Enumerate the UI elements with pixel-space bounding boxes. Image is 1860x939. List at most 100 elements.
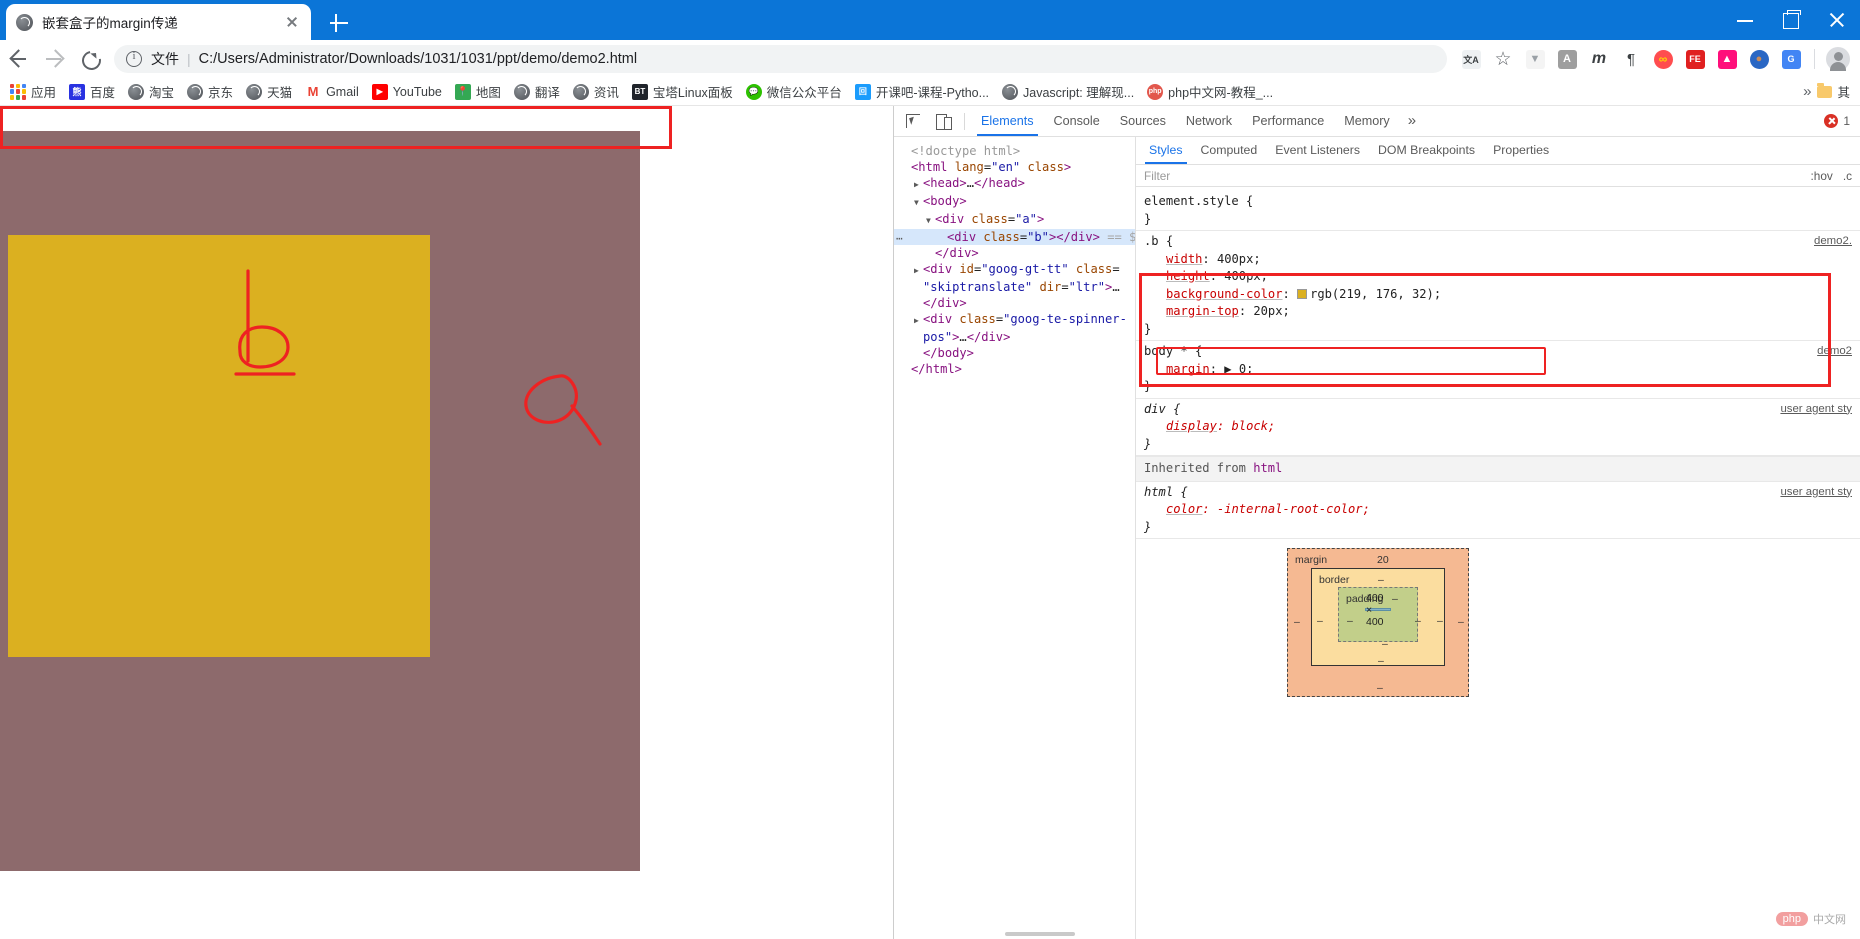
style-rule-div[interactable]: div {display: block;} user agent sty bbox=[1136, 399, 1860, 456]
devtools-tabs-more-button[interactable]: » bbox=[1400, 106, 1424, 136]
dom-node-line[interactable]: ▼ <div class="a"> bbox=[894, 211, 1135, 229]
box-model-border-left[interactable]: – bbox=[1317, 615, 1323, 627]
styles-filter-input[interactable]: Filter bbox=[1144, 169, 1801, 183]
bookmark-item-bt-panel[interactable]: BT 宝塔Linux面板 bbox=[631, 82, 733, 101]
style-declaration[interactable]: background-color: rgb(219, 176, 32); bbox=[1144, 286, 1860, 304]
style-rule-origin-link[interactable]: demo2 bbox=[1817, 343, 1852, 361]
bookmark-other-folder[interactable]: 其 bbox=[1817, 82, 1850, 101]
box-model-margin-right[interactable]: – bbox=[1458, 616, 1464, 628]
bookmarks-overflow-button[interactable]: » bbox=[1803, 83, 1811, 100]
style-rule-element-style[interactable]: element.style {} bbox=[1136, 191, 1860, 231]
style-rule-html-inherited[interactable]: html {color: -internal-root-color;} user … bbox=[1136, 482, 1860, 539]
tab-memory[interactable]: Memory bbox=[1334, 106, 1399, 136]
pink-arrow-icon[interactable]: ▲ bbox=[1712, 44, 1742, 74]
toggle-class-button[interactable]: .c bbox=[1843, 169, 1852, 183]
box-model-padding-right[interactable]: – bbox=[1415, 615, 1421, 627]
bookmark-item-javascript[interactable]: Javascript: 理解现... bbox=[1002, 82, 1134, 101]
box-model-padding-left[interactable]: – bbox=[1347, 615, 1353, 627]
dom-expand-triangle-icon[interactable]: ▶ bbox=[914, 263, 923, 279]
translate-icon[interactable]: 文A bbox=[1456, 44, 1486, 74]
box-model-border-right[interactable]: – bbox=[1437, 615, 1443, 627]
browser-tab[interactable]: 嵌套盒子的margin传递 bbox=[6, 4, 311, 40]
style-property-value[interactable]: 20px; bbox=[1253, 304, 1289, 318]
tab-event-listeners[interactable]: Event Listeners bbox=[1266, 137, 1369, 164]
site-info-icon[interactable] bbox=[126, 50, 142, 67]
style-property-value[interactable]: -internal-root-color; bbox=[1217, 502, 1370, 516]
tab-computed[interactable]: Computed bbox=[1192, 137, 1267, 164]
styles-rules-list[interactable]: element.style {} .b {width: 400px; height:… bbox=[1136, 187, 1860, 939]
style-property-name[interactable]: height bbox=[1166, 269, 1210, 283]
tab-performance[interactable]: Performance bbox=[1242, 106, 1334, 136]
adobe-acrobat-icon[interactable]: A bbox=[1552, 44, 1582, 74]
style-property-value[interactable]: rgb(219, 176, 32); bbox=[1310, 287, 1441, 301]
bookmark-item-translate[interactable]: 翻译 bbox=[513, 82, 560, 101]
style-property-name[interactable]: margin bbox=[1166, 362, 1210, 376]
dom-expand-triangle-icon[interactable]: ▶ bbox=[914, 313, 923, 329]
maximize-button[interactable] bbox=[1768, 0, 1814, 40]
tab-network[interactable]: Network bbox=[1176, 106, 1242, 136]
style-rule-origin-link[interactable]: user agent sty bbox=[1780, 484, 1852, 502]
style-declaration[interactable]: height: 400px; bbox=[1144, 268, 1860, 286]
bookmark-item-maps[interactable]: 📍 地图 bbox=[454, 82, 501, 101]
bookmark-item-taobao[interactable]: 淘宝 bbox=[128, 82, 174, 101]
bookmark-star-icon[interactable]: ☆ bbox=[1488, 44, 1518, 74]
dom-node-line[interactable]: <!doctype html> bbox=[894, 143, 1135, 159]
forward-button[interactable] bbox=[36, 41, 72, 77]
bookmark-item-baidu[interactable]: 熊 百度 bbox=[69, 82, 115, 101]
box-model-margin-top[interactable]: 20 bbox=[1377, 554, 1389, 566]
box-model-margin-bottom[interactable]: – bbox=[1377, 682, 1383, 694]
style-declaration[interactable]: color: -internal-root-color; bbox=[1144, 501, 1860, 519]
style-declaration[interactable]: width: 400px; bbox=[1144, 251, 1860, 269]
dom-expand-triangle-icon[interactable]: ▶ bbox=[914, 177, 923, 193]
tab-elements[interactable]: Elements bbox=[971, 106, 1044, 136]
tab-close-icon[interactable] bbox=[283, 13, 301, 31]
markdown-m-icon[interactable]: m bbox=[1584, 44, 1614, 74]
bookmark-item-kaikeba[interactable]: 回 开课吧-课程-Pytho... bbox=[854, 82, 989, 101]
style-property-name[interactable]: width bbox=[1166, 252, 1202, 266]
dom-expand-triangle-icon[interactable]: ▼ bbox=[914, 195, 923, 211]
inspect-element-icon[interactable] bbox=[899, 108, 927, 134]
tab-styles[interactable]: Styles bbox=[1140, 137, 1192, 164]
bookmark-item-youtube[interactable]: ▶ YouTube bbox=[371, 83, 442, 100]
infinity-icon[interactable]: ∞ bbox=[1648, 44, 1678, 74]
style-rule-body-star[interactable]: body * {margin: ▶ 0;} demo2 bbox=[1136, 341, 1860, 399]
style-property-name[interactable]: color bbox=[1166, 502, 1202, 516]
bookmark-item-tmall[interactable]: 天猫 bbox=[246, 82, 292, 101]
bookmark-item-jd[interactable]: 京东 bbox=[187, 82, 233, 101]
dom-node-line[interactable]: "skiptranslate" dir="ltr">… bbox=[894, 279, 1135, 295]
address-bar[interactable]: 文件 | C:/Users/Administrator/Downloads/10… bbox=[114, 45, 1447, 73]
back-button[interactable] bbox=[0, 41, 36, 77]
bookmark-item-gmail[interactable]: M Gmail bbox=[305, 83, 359, 100]
pilcrow-icon[interactable]: ¶ bbox=[1616, 44, 1646, 74]
box-model-padding-bottom[interactable]: – bbox=[1382, 638, 1388, 650]
minimize-button[interactable] bbox=[1722, 0, 1768, 40]
expand-shorthand-icon[interactable]: ▶ bbox=[1224, 362, 1239, 376]
style-declaration[interactable]: margin-top: 20px; bbox=[1144, 303, 1860, 321]
tab-properties[interactable]: Properties bbox=[1484, 137, 1558, 164]
box-model-border-top[interactable]: – bbox=[1378, 574, 1384, 586]
dom-node-line[interactable]: ▶ <head>…</head> bbox=[894, 175, 1135, 193]
device-toolbar-icon[interactable] bbox=[929, 108, 957, 134]
style-property-value[interactable]: 400px; bbox=[1217, 252, 1261, 266]
style-rule-origin-link[interactable]: user agent sty bbox=[1780, 401, 1852, 419]
dom-tree[interactable]: <!doctype html> <html lang="en" class> ▶ <h… bbox=[894, 137, 1136, 939]
close-window-button[interactable] bbox=[1814, 0, 1860, 40]
dom-node-line[interactable]: ⋯<div class="b"></div> == $0 bbox=[894, 229, 1135, 245]
google-translate-icon[interactable]: G bbox=[1776, 44, 1806, 74]
box-model-border-bottom[interactable]: – bbox=[1378, 655, 1384, 667]
tab-console[interactable]: Console bbox=[1044, 106, 1110, 136]
style-rule-b[interactable]: .b {width: 400px; height: 400px; backgroun… bbox=[1136, 231, 1860, 341]
dom-node-line[interactable]: </body> bbox=[894, 345, 1135, 361]
dom-node-line[interactable]: <html lang="en" class> bbox=[894, 159, 1135, 175]
tab-sources[interactable]: Sources bbox=[1110, 106, 1176, 136]
devtools-error-counter[interactable]: 1 bbox=[1824, 114, 1860, 128]
dom-node-line[interactable]: pos">…</div> bbox=[894, 329, 1135, 345]
toggle-pseudo-state-button[interactable]: :hov bbox=[1811, 169, 1833, 183]
style-property-name[interactable]: margin-top bbox=[1166, 304, 1239, 318]
style-property-value[interactable]: 400px; bbox=[1224, 269, 1268, 283]
dom-node-line[interactable]: </html> bbox=[894, 361, 1135, 377]
style-declaration[interactable]: margin: ▶ 0; bbox=[1144, 361, 1860, 379]
inherited-source-tag[interactable]: html bbox=[1253, 461, 1282, 475]
style-property-name[interactable]: background-color bbox=[1166, 287, 1283, 301]
avatar[interactable] bbox=[1823, 44, 1853, 74]
